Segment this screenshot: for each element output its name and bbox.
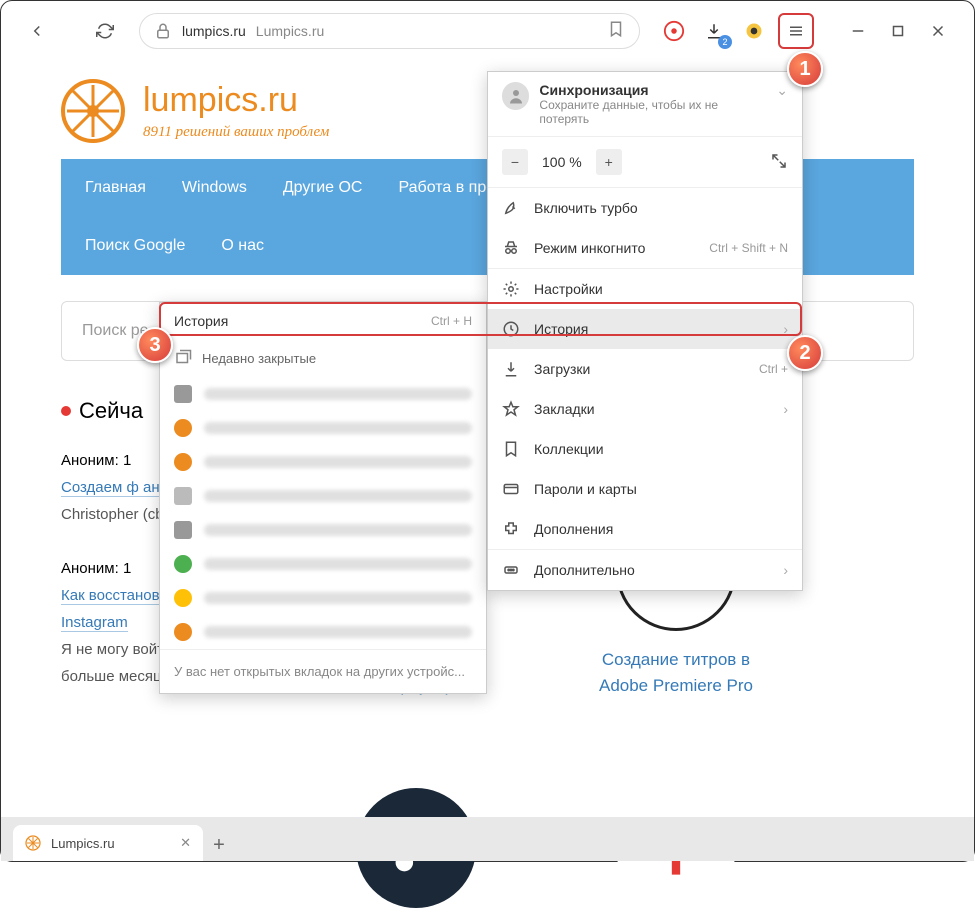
main-menu-button[interactable] [778,13,814,49]
chevron-right-icon: › [783,401,788,417]
incognito-icon [502,239,520,257]
menu-collections[interactable]: Коллекции [488,429,802,469]
download-badge: 2 [718,35,732,49]
zoom-in-button[interactable]: + [596,149,622,175]
window-close[interactable] [922,15,954,47]
submenu-footer: У вас нет открытых вкладок на других уст… [160,649,486,693]
nav-windows[interactable]: Windows [178,159,251,217]
menu-label: Дополнительно [534,562,635,578]
menu-sync[interactable]: Синхронизация Сохраните данные, чтобы их… [488,72,802,137]
submenu-recent-section: Недавно закрытые [160,339,486,377]
nav-google[interactable]: Поиск Google [81,217,189,275]
site-tagline: 8911 решений ваших проблем [143,124,329,141]
history-entry[interactable] [160,479,486,513]
browser-toolbar: lumpics.ru Lumpics.ru 2 [1,1,974,61]
shortcut-label: Ctrl + [759,362,788,376]
history-entry[interactable] [160,377,486,411]
window-maximize[interactable] [882,15,914,47]
lock-icon [154,22,172,40]
history-entry[interactable] [160,615,486,649]
menu-label: Пароли и карты [534,481,637,497]
callout-2: 2 [787,335,823,371]
card-title: Создание титров в Adobe Premiere Pro [591,647,761,698]
history-entry[interactable] [160,581,486,615]
zoom-out-button[interactable]: − [502,149,528,175]
menu-label: Дополнения [534,521,613,537]
nav-other-os[interactable]: Другие ОС [279,159,367,217]
card-icon [502,480,520,498]
address-bar[interactable]: lumpics.ru Lumpics.ru [139,13,640,49]
reload-button[interactable] [89,15,121,47]
history-submenu: История Ctrl + H Недавно закрытые У вас … [159,302,487,694]
history-entry[interactable] [160,513,486,547]
menu-incognito[interactable]: Режим инкогнито Ctrl + Shift + N [488,228,802,268]
menu-history[interactable]: История › [488,309,802,349]
new-tab-button[interactable]: + [203,829,235,861]
history-icon [502,320,520,338]
menu-label: Коллекции [534,441,604,457]
chevron-down-icon: ⌄ [776,82,788,99]
chevron-right-icon: › [783,321,788,337]
extension-icon[interactable] [738,15,770,47]
bookmark-icon[interactable] [607,20,625,43]
menu-passwords[interactable]: Пароли и карты [488,469,802,509]
menu-zoom: − 100 % + [488,137,802,188]
avatar-icon [502,82,529,110]
main-menu: Синхронизация Сохраните данные, чтобы их… [487,71,803,591]
menu-more[interactable]: Дополнительно › [488,549,802,590]
history-entry[interactable] [160,547,486,581]
history-entry[interactable] [160,411,486,445]
menu-turbo[interactable]: Включить турбо [488,188,802,228]
fullscreen-button[interactable] [770,152,788,173]
menu-settings[interactable]: Настройки [488,268,802,309]
callout-1: 1 [787,51,823,87]
history-entry[interactable] [160,445,486,479]
site-brand: lumpics.ru [143,81,329,120]
tabs-icon [174,349,192,367]
download-icon [502,360,520,378]
nav-about[interactable]: О нас [217,217,268,275]
menu-label: Загрузки [534,361,590,377]
sync-title: Синхронизация [539,82,766,98]
shortcut-label: Ctrl + H [431,314,472,328]
yandex-icon[interactable] [658,15,690,47]
addr-domain: lumpics.ru [182,23,246,39]
site-logo-icon [61,79,125,143]
submenu-history-item[interactable]: История Ctrl + H [160,303,486,339]
menu-label: Настройки [534,281,603,297]
bookmark-icon [502,440,520,458]
puzzle-icon [502,520,520,538]
window-minimize[interactable] [842,15,874,47]
live-dot-icon [61,406,71,416]
back-button[interactable] [21,15,53,47]
nav-home[interactable]: Главная [81,159,150,217]
favicon-icon [25,835,41,851]
zoom-value: 100 % [534,154,590,170]
sync-subtitle: Сохраните данные, чтобы их не потерять [539,98,766,126]
gear-icon [502,280,520,298]
submenu-history-label: История [174,313,228,329]
downloads-button[interactable]: 2 [698,15,730,47]
addr-title: Lumpics.ru [256,23,324,39]
tab-title: Lumpics.ru [51,836,115,851]
menu-label: История [534,321,588,337]
browser-tab[interactable]: Lumpics.ru ✕ [13,825,203,861]
chevron-right-icon: › [783,562,788,578]
menu-label: Включить турбо [534,200,638,216]
rocket-icon [502,199,520,217]
tab-close-button[interactable]: ✕ [180,835,191,851]
more-icon [502,561,520,579]
callout-3: 3 [137,327,173,363]
menu-label: Закладки [534,401,595,417]
shortcut-label: Ctrl + Shift + N [709,241,788,255]
menu-label: Режим инкогнито [534,240,645,256]
star-icon [502,400,520,418]
menu-bookmarks[interactable]: Закладки › [488,389,802,429]
menu-downloads[interactable]: Загрузки Ctrl + [488,349,802,389]
tab-bar: Lumpics.ru ✕ + [1,817,974,861]
menu-addons[interactable]: Дополнения [488,509,802,549]
